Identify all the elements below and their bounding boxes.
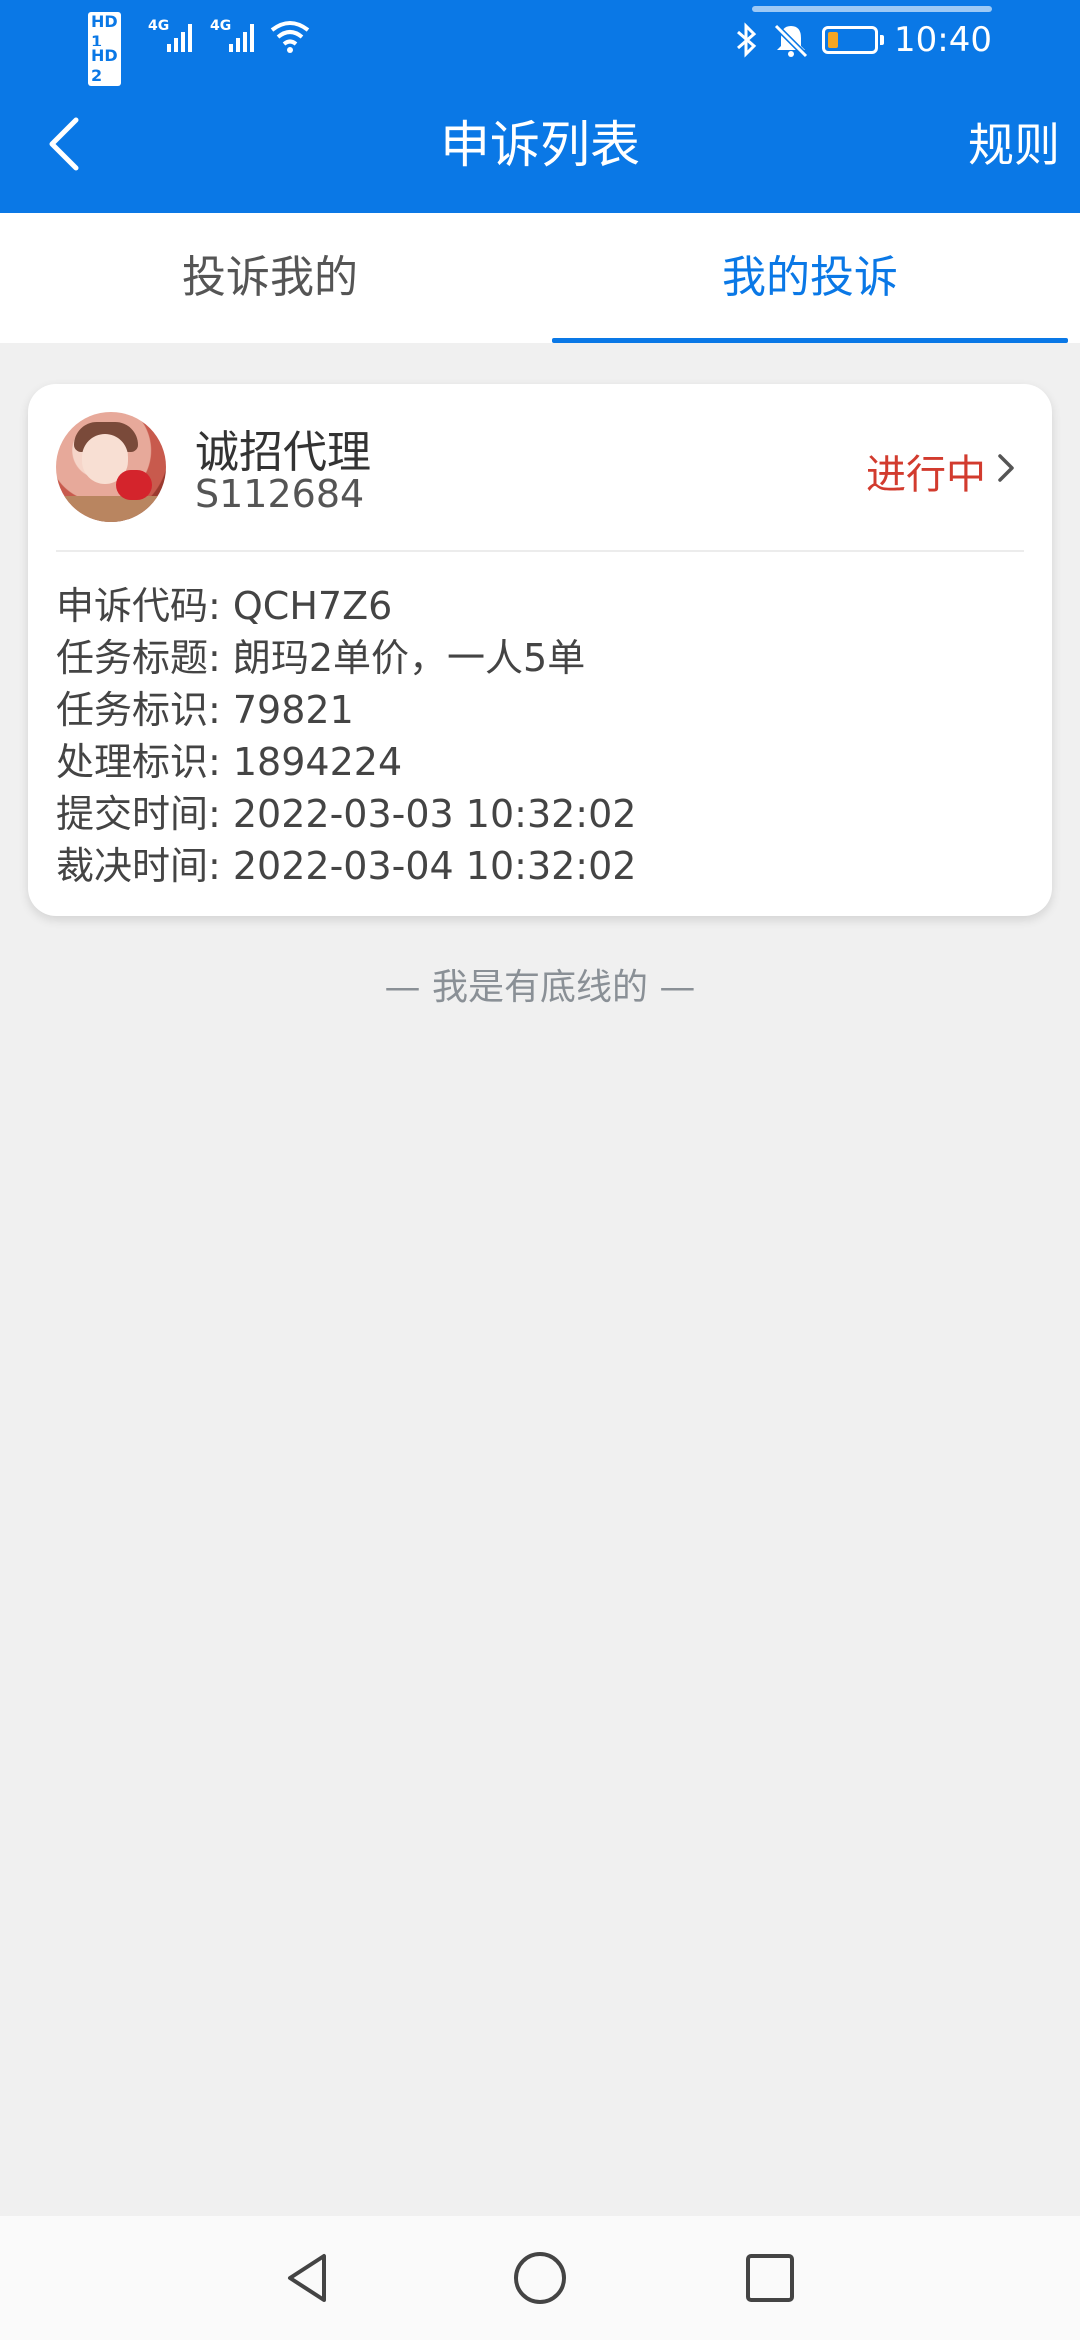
process-id: 处理标识: 1894224 — [56, 740, 403, 784]
active-tab-indicator — [552, 338, 1068, 343]
status-bar: HD 1 HD 2 4G 4G 10:40 — [0, 0, 1080, 86]
mute-bell-icon — [773, 23, 809, 58]
battery-level — [828, 32, 839, 48]
status-badge: 进行中 — [866, 452, 986, 498]
status-right: 10:40 — [734, 18, 992, 62]
tab-complaints-against-me[interactable]: 投诉我的 — [0, 213, 540, 343]
rules-button[interactable]: 规则 — [968, 112, 1060, 178]
appeal-code: 申诉代码: QCH7Z6 — [56, 584, 393, 628]
system-navigation-bar — [0, 2216, 1080, 2340]
battery-icon — [822, 26, 885, 54]
user-name: 诚招代理 — [195, 427, 371, 478]
signal-icon-2 — [229, 24, 254, 52]
avatar — [56, 412, 166, 522]
info-list: 申诉代码: QCH7Z6 任务标题: 朗玛2单价，一人5单 任务标识: 7982… — [56, 580, 1024, 892]
sim2-badge: HD 2 — [88, 46, 121, 86]
signal-icon — [167, 24, 192, 52]
end-of-list-text: — 我是有底线的 — — [384, 967, 696, 1008]
page-title: 申诉列表 — [440, 116, 640, 174]
clock: 10:40 — [894, 20, 992, 60]
task-title: 任务标题: 朗玛2单价，一人5单 — [56, 636, 586, 680]
card-divider — [56, 550, 1024, 552]
user-id: S112684 — [195, 472, 365, 516]
submit-time: 提交时间: 2022-03-03 10:32:02 — [56, 792, 637, 836]
bluetooth-icon — [737, 22, 757, 58]
complaint-card[interactable]: 诚招代理 S112684 进行中 申诉代码: QCH7Z6 任务标题: 朗玛2单… — [28, 384, 1052, 916]
ruling-time: 裁决时间: 2022-03-04 10:32:02 — [56, 844, 637, 888]
header-area: HD 1 HD 2 4G 4G 10:40 申诉列表 规则 — [0, 0, 1080, 213]
navigation-bar: 申诉列表 规则 — [0, 90, 1080, 203]
wifi-icon — [270, 21, 310, 53]
tab-bar: 投诉我的 我的投诉 — [0, 213, 1080, 343]
nav-home-icon[interactable] — [510, 2248, 570, 2308]
chevron-right-icon[interactable] — [990, 450, 1022, 486]
tab-my-complaints[interactable]: 我的投诉 — [540, 213, 1080, 343]
nav-recents-icon[interactable] — [740, 2248, 800, 2308]
nav-back-icon[interactable] — [280, 2248, 340, 2308]
status-indicator-pill — [752, 6, 992, 12]
task-id: 任务标识: 79821 — [56, 688, 354, 732]
